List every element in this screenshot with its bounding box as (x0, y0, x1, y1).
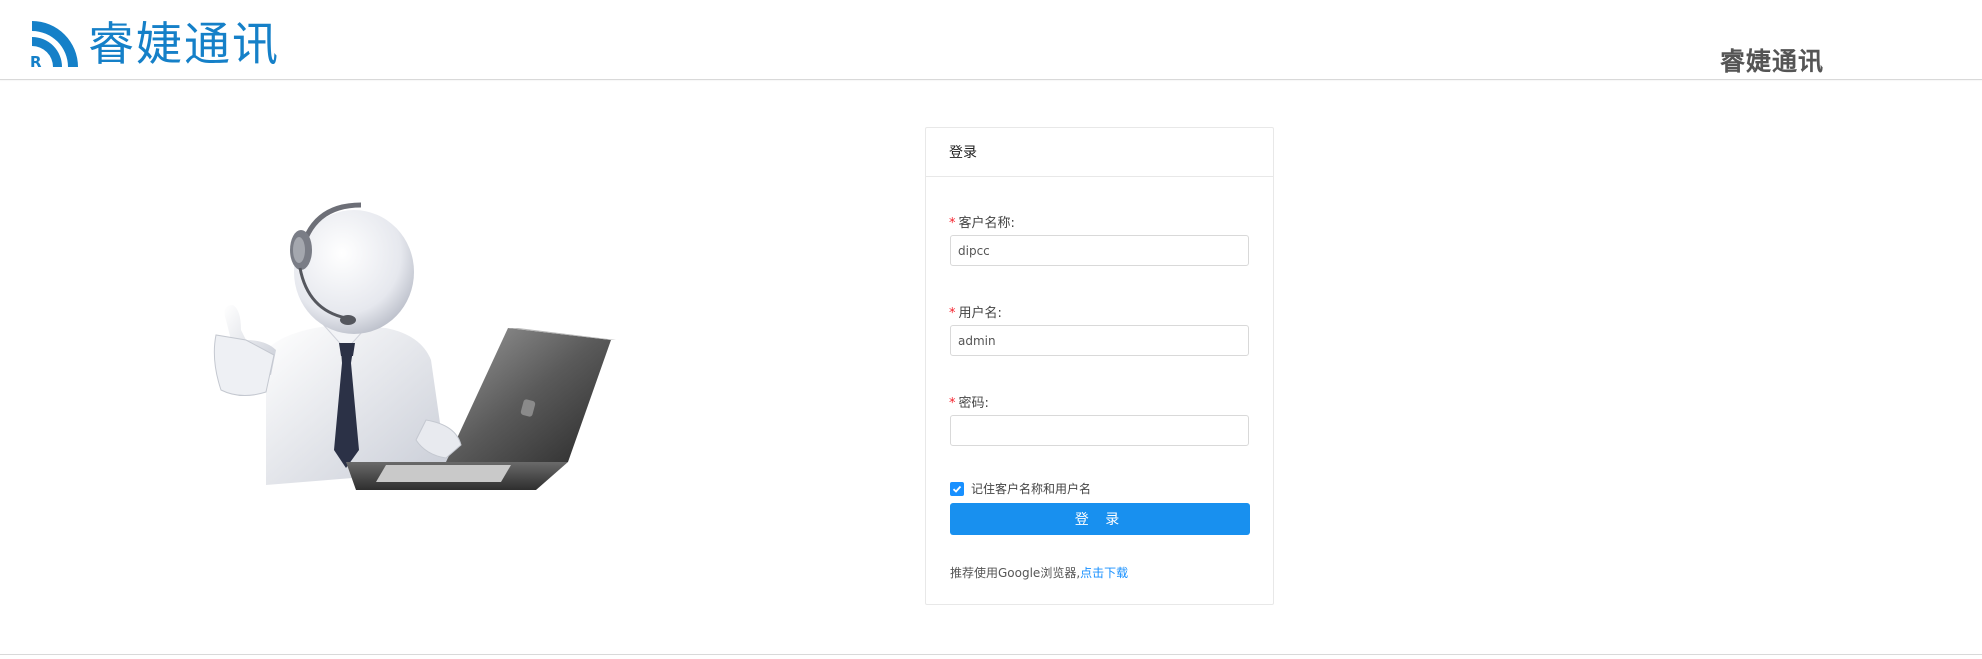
recommend-text: 推荐使用Google浏览器, (950, 566, 1081, 580)
brand-logo: R 睿婕通讯 (28, 16, 280, 72)
footer-divider (0, 654, 1982, 655)
remember-checkbox[interactable] (950, 481, 964, 496)
customer-name-input[interactable] (950, 235, 1249, 266)
svg-text:R: R (30, 53, 42, 71)
login-card-title: 登录 (926, 128, 1273, 177)
remember-label: 记住客户名称和用户名 (971, 482, 1092, 496)
top-header: R 睿婕通讯 睿婕通讯 (0, 0, 1982, 80)
customer-name-label-text: 客户名称: (958, 216, 1015, 231)
required-mark: * (949, 216, 956, 231)
download-link[interactable]: 点击下载 (1080, 566, 1128, 580)
login-button[interactable]: 登 录 (950, 503, 1250, 535)
password-label-text: 密码: (958, 396, 989, 411)
required-mark: * (949, 396, 956, 411)
logo-text: 睿婕通讯 (88, 17, 280, 71)
required-mark: * (949, 306, 956, 321)
header-title: 睿婕通讯 (1719, 47, 1824, 76)
browser-recommendation: 推荐使用Google浏览器,点击下载 (950, 564, 1128, 581)
username-input[interactable] (950, 325, 1249, 356)
username-label: * 用户名: (949, 302, 1002, 321)
username-label-text: 用户名: (958, 306, 1002, 321)
signal-logo-icon: R (30, 21, 78, 71)
support-agent-illustration (213, 202, 616, 490)
customer-name-label: * 客户名称: (949, 212, 1015, 231)
remember-me-row[interactable]: 记住客户名称和用户名 (950, 480, 1091, 497)
checkmark-icon (952, 485, 962, 493)
password-input[interactable] (950, 415, 1249, 446)
login-card: 登录 *客户名称: *用户名: *密码: 记住客户名称和用户名 登 录 推荐使用… (925, 127, 1274, 605)
login-page: R 睿婕通讯 睿婕通讯 登录 * 客户名称: dipcc * 用户名: admi… (0, 0, 1982, 659)
password-label: * 密码: (949, 392, 989, 411)
